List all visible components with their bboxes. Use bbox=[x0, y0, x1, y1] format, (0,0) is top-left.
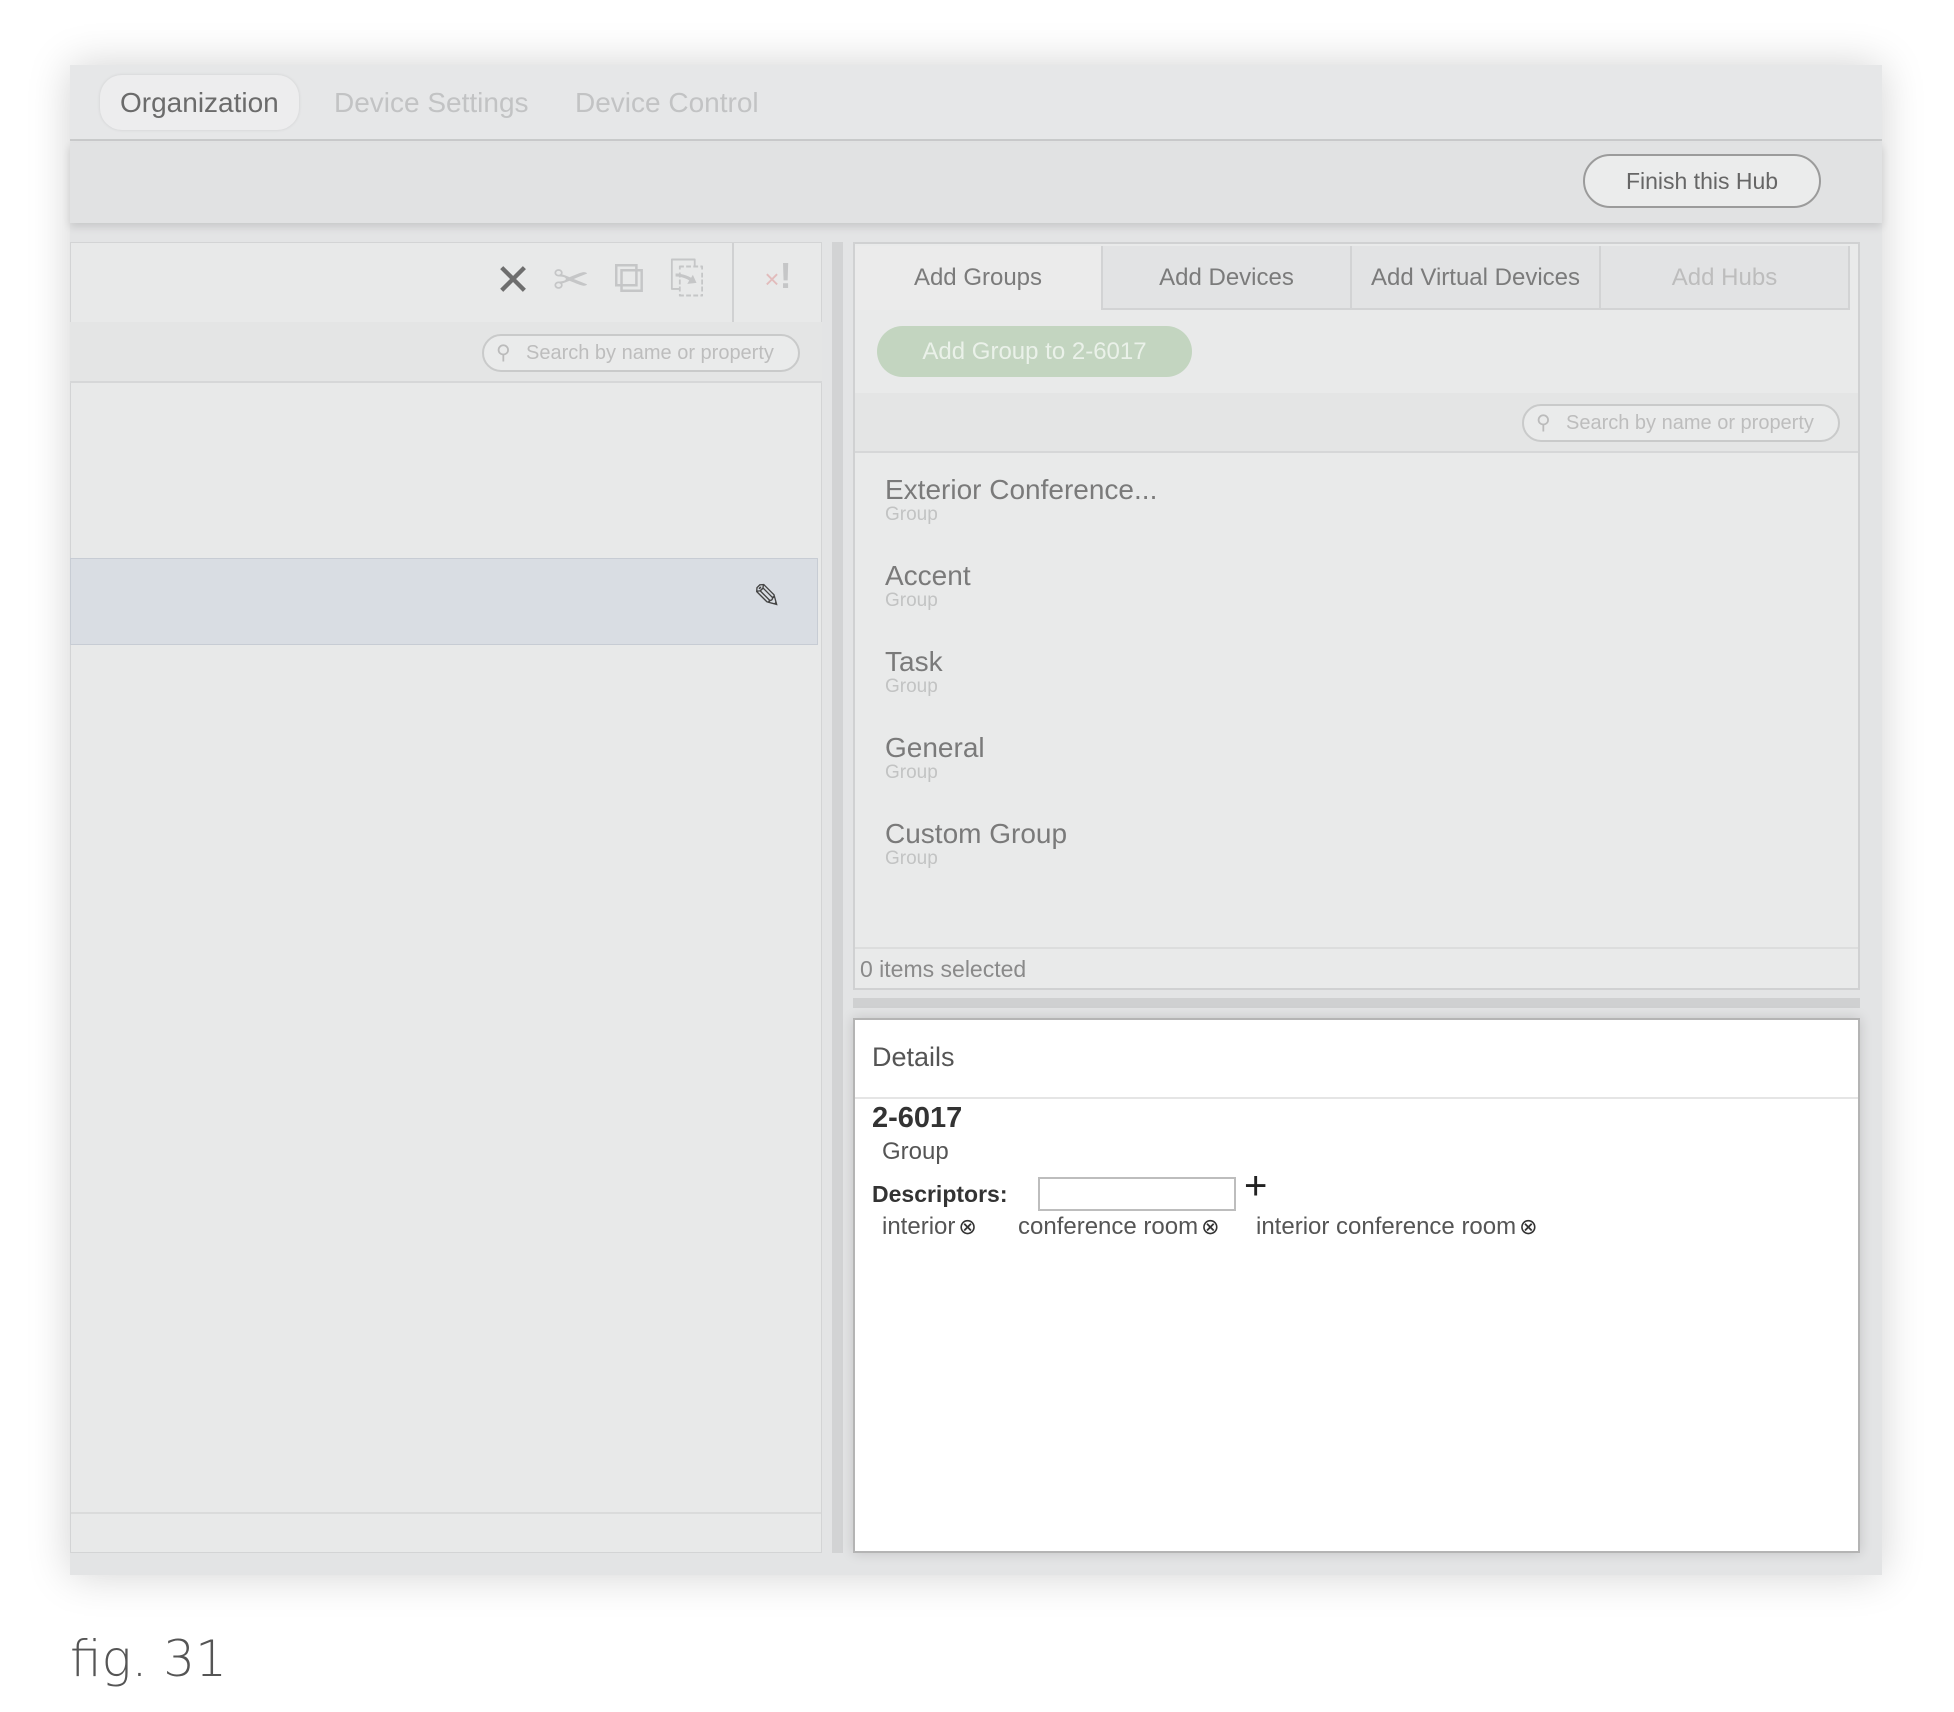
list-item[interactable]: General Group bbox=[885, 732, 985, 782]
tab-add-devices[interactable]: Add Devices bbox=[1103, 246, 1352, 310]
add-descriptor-icon[interactable]: + bbox=[1244, 1164, 1267, 1209]
tab-organization[interactable]: Organization bbox=[100, 75, 299, 130]
descriptor-input[interactable] bbox=[1038, 1177, 1236, 1211]
left-panel: ✕ ✂ ⧉ ⎘ ×! bbox=[70, 242, 822, 1553]
search-placeholder: Search by name or property bbox=[526, 342, 774, 364]
cut-icon[interactable]: ✂ bbox=[548, 255, 594, 306]
descriptors-label: Descriptors: bbox=[872, 1181, 1008, 1207]
toolbar-divider bbox=[732, 243, 734, 323]
list-item[interactable]: Custom Group Group bbox=[885, 818, 1067, 868]
item-type: Group bbox=[885, 762, 938, 783]
left-search-input[interactable]: ⚲ Search by name or property bbox=[482, 334, 800, 372]
item-name: Exterior Conference... bbox=[885, 474, 1158, 505]
tab-device-settings[interactable]: Device Settings bbox=[314, 75, 549, 130]
item-type: Group bbox=[885, 590, 938, 611]
tab-add-groups[interactable]: Add Groups bbox=[855, 246, 1103, 310]
tag-label: interior bbox=[882, 1213, 956, 1240]
left-footer-divider bbox=[71, 1512, 821, 1514]
list-item[interactable]: Exterior Conference... Group bbox=[885, 474, 1157, 524]
copy-icon[interactable]: ⧉ bbox=[606, 253, 652, 303]
item-name: Custom Group bbox=[885, 818, 1068, 849]
remove-tag-icon[interactable]: ⊗ bbox=[1519, 1214, 1537, 1239]
splitter[interactable] bbox=[832, 242, 843, 1553]
right-search-row: ⚲ Search by name or property bbox=[855, 393, 1858, 453]
item-name: Task bbox=[885, 646, 943, 677]
details-divider bbox=[855, 1097, 1858, 1099]
search-icon: ⚲ bbox=[1536, 412, 1551, 434]
descriptor-tag: interior ⊗ bbox=[882, 1213, 977, 1241]
tag-label: interior conference room bbox=[1256, 1213, 1517, 1240]
item-name: General bbox=[885, 732, 985, 763]
search-placeholder: Search by name or property bbox=[1566, 412, 1814, 434]
tab-add-virtual-devices[interactable]: Add Virtual Devices bbox=[1352, 246, 1601, 310]
figure-caption: fig. 31 bbox=[70, 1630, 227, 1688]
finish-hub-button[interactable]: Finish this Hub bbox=[1583, 154, 1821, 208]
panel-separator[interactable] bbox=[853, 998, 1860, 1008]
left-search-row: ⚲ Search by name or property bbox=[70, 322, 822, 383]
clear-errors-icon[interactable]: ×! bbox=[755, 255, 801, 297]
item-type: Group bbox=[885, 848, 938, 869]
item-name: Accent bbox=[885, 560, 971, 591]
pencil-icon[interactable]: ✎ bbox=[753, 577, 782, 617]
search-icon: ⚲ bbox=[496, 342, 511, 364]
top-tab-bar: Organization Device Settings Device Cont… bbox=[70, 65, 1882, 141]
paste-icon[interactable]: ⎘ bbox=[664, 253, 710, 303]
remove-tag-icon[interactable]: ⊗ bbox=[958, 1214, 976, 1239]
remove-tag-icon[interactable]: ⊗ bbox=[1201, 1214, 1219, 1239]
selection-status: 0 items selected bbox=[855, 947, 1858, 988]
item-type: Group bbox=[885, 676, 938, 697]
details-type: Group bbox=[882, 1138, 949, 1165]
tab-device-control[interactable]: Device Control bbox=[555, 75, 779, 130]
selected-tree-row[interactable]: ✎ bbox=[70, 558, 818, 645]
right-search-input[interactable]: ⚲ Search by name or property bbox=[1522, 404, 1840, 442]
close-icon[interactable]: ✕ bbox=[490, 255, 536, 306]
tag-label: conference room bbox=[1018, 1213, 1199, 1240]
item-type: Group bbox=[885, 504, 938, 525]
list-item[interactable]: Accent Group bbox=[885, 560, 971, 610]
details-title: Details bbox=[872, 1042, 955, 1072]
list-item[interactable]: Task Group bbox=[885, 646, 943, 696]
details-name: 2-6017 bbox=[872, 1102, 963, 1134]
descriptor-tag: interior conference room ⊗ bbox=[1256, 1213, 1538, 1241]
descriptor-tag: conference room ⊗ bbox=[1018, 1213, 1220, 1241]
add-group-button[interactable]: Add Group to 2-6017 bbox=[877, 326, 1192, 377]
tab-add-hubs[interactable]: Add Hubs bbox=[1601, 246, 1850, 310]
